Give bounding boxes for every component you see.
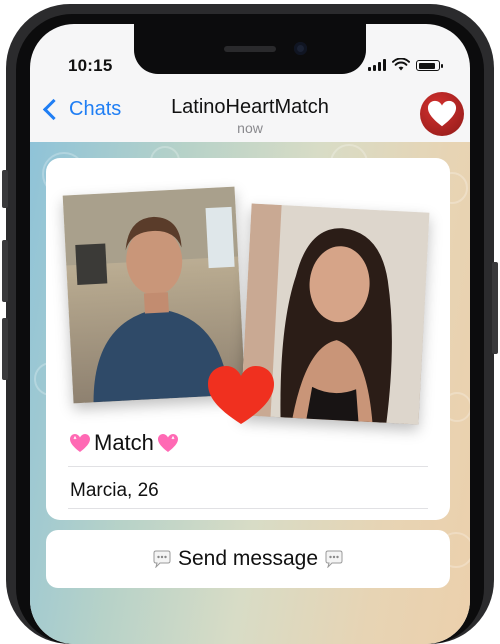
screen: 10:15 Chats LatinoHeartMatch now Match M… [30, 24, 470, 644]
signal-icon [368, 59, 386, 71]
heart-icon [208, 366, 274, 424]
battery-icon [416, 60, 443, 71]
chat-status: now [237, 120, 263, 136]
chat-header: Chats LatinoHeartMatch now [30, 82, 470, 143]
profile-name: Marcia, 26 [70, 480, 159, 501]
side-button [2, 318, 8, 380]
side-button [2, 240, 8, 302]
status-time: 10:15 [68, 56, 113, 75]
side-button [492, 262, 498, 354]
speech-bubble-icon [325, 550, 343, 568]
avatar[interactable] [420, 92, 464, 136]
side-button [2, 170, 8, 208]
divider [68, 508, 428, 509]
speech-bubble-icon [153, 550, 171, 568]
send-message-label: Send message [177, 547, 319, 570]
notch [134, 24, 366, 74]
match-title: Match [68, 430, 180, 456]
sparkling-heart-icon [70, 434, 90, 452]
wifi-icon [392, 58, 410, 71]
divider [68, 466, 428, 467]
camera [294, 42, 307, 55]
chat-title[interactable]: LatinoHeartMatch [30, 96, 470, 119]
status-icons [368, 58, 443, 71]
sparkling-heart-icon [157, 434, 178, 452]
heart-icon [427, 100, 457, 127]
speaker [224, 46, 276, 52]
match-label: Match [94, 430, 154, 455]
send-message-button[interactable]: Send message [46, 530, 450, 588]
match-card: Match Marcia, 26 [46, 158, 450, 520]
